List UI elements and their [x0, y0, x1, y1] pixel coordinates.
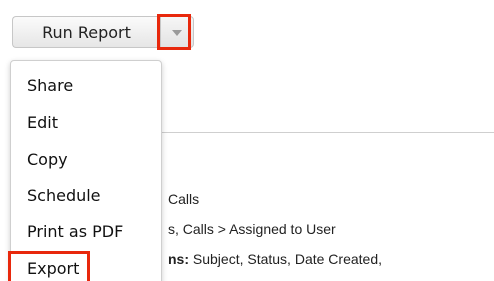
page: Run Report Calls s, Calls > Assigned to … [0, 0, 494, 281]
export-item-highlight [8, 251, 90, 281]
menu-item-print-as-pdf[interactable]: Print as PDF [27, 217, 123, 247]
report-module-line: Calls [168, 184, 382, 214]
menu-item-copy[interactable]: Copy [27, 145, 68, 175]
report-columns-line: ns: Subject, Status, Date Created, [168, 244, 382, 274]
report-related-line: s, Calls > Assigned to User [168, 214, 382, 244]
run-report-button[interactable]: Run Report [12, 16, 160, 48]
dropdown-toggle-highlight [157, 14, 191, 50]
menu-item-edit[interactable]: Edit [27, 108, 58, 138]
report-details: Calls s, Calls > Assigned to User ns: Su… [168, 184, 382, 274]
menu-item-share[interactable]: Share [27, 71, 73, 101]
divider [148, 132, 494, 133]
report-columns-value: Subject, Status, Date Created, [189, 251, 382, 267]
run-report-dropdown-menu: Share Edit Copy Schedule Print as PDF Ex… [10, 60, 162, 281]
report-related-text: s, Calls > Assigned to User [168, 221, 336, 237]
menu-item-schedule[interactable]: Schedule [27, 181, 101, 211]
report-columns-label: ns: [168, 251, 189, 267]
report-module-text: Calls [168, 191, 200, 207]
